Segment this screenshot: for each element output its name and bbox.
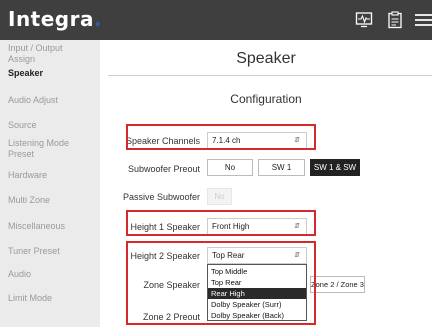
subwoofer-no-button[interactable]: No [207,159,253,176]
divider [108,75,432,76]
brand-logo: Integra. [8,7,103,31]
sidebar-item-audio[interactable]: Audio [8,269,31,280]
sidebar-item-listening-mode-preset[interactable]: Listening Mode Preset [8,138,76,160]
zone2-zone3-button[interactable]: Zone 2 / Zone 3 [310,276,365,293]
monitor-waveform-icon[interactable] [355,11,373,29]
clipboard-icon[interactable] [386,11,404,29]
passive-subwoofer-label: Passive Subwoofer [122,192,200,202]
sidebar-item-limit-mode[interactable]: Limit Mode [8,293,52,304]
menu-icon[interactable] [414,11,432,29]
sidebar-item-multi-zone[interactable]: Multi Zone [8,195,50,206]
top-bar: Integra. [0,0,432,40]
sidebar-item-miscellaneous[interactable]: Miscellaneous [8,221,65,232]
subwoofer-preout-label: Subwoofer Preout [127,164,200,174]
sidebar-item-speaker[interactable]: Speaker [8,68,43,79]
section-title: Configuration [230,92,302,106]
highlight-speaker-channels [126,124,316,150]
sidebar-item-hardware[interactable]: Hardware [8,170,47,181]
sidebar-item-audio-adjust[interactable]: Audio Adjust [8,95,58,106]
highlight-height2 [126,241,316,325]
sidebar: Input / Output Assign Speaker Audio Adju… [0,40,100,327]
subwoofer-sw1-sw2-button[interactable]: SW 1 & SW 2 [310,159,360,187]
passive-subwoofer-toggle: No [207,188,232,205]
sidebar-item-input-output-assign[interactable]: Input / Output Assign [8,43,88,65]
subwoofer-sw1-button[interactable]: SW 1 [258,159,305,176]
highlight-height1 [126,210,316,236]
sidebar-item-source[interactable]: Source [8,120,37,131]
page-title: Speaker [236,50,296,67]
sidebar-item-tuner-preset[interactable]: Tuner Preset [8,246,60,257]
